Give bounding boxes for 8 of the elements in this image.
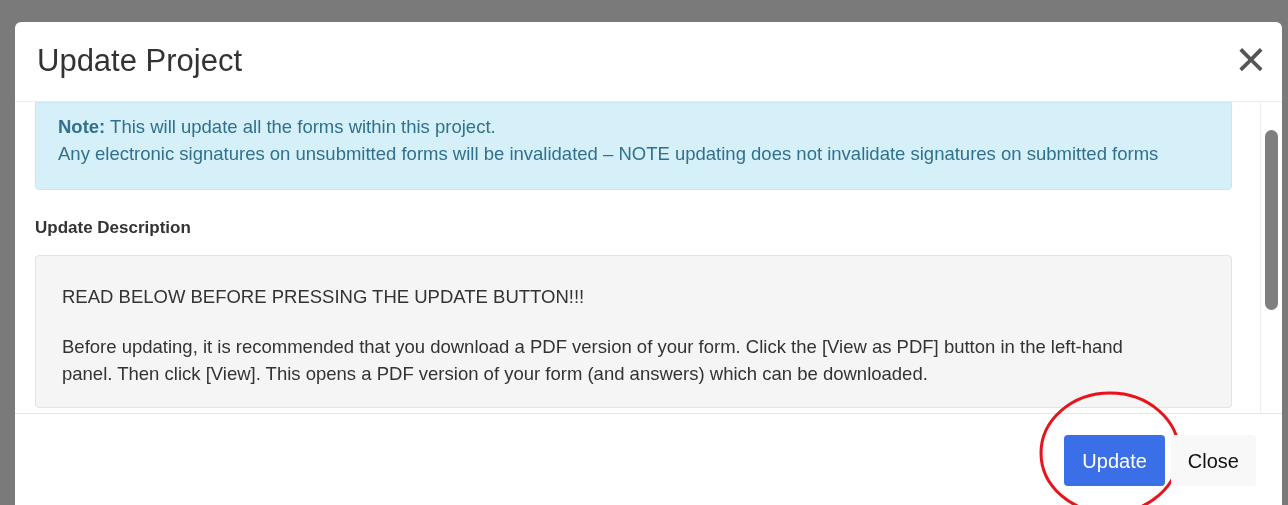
section-label: Update Description bbox=[35, 217, 192, 239]
note-text: Any electronic signatures on unsubmitted forms will be invalidated – NOTE updating does not invalidate signatures on submitted forms bbox=[58, 142, 1160, 166]
description-text: READ BELOW BEFORE PRESSING THE UPDATE BUTTON!!! bbox=[62, 284, 586, 309]
update-button[interactable]: Update bbox=[1064, 435, 1165, 486]
dialog-title: Update Project bbox=[37, 42, 243, 81]
description-text: Before updating, it is recommended that you download a PDF version of your form. Click the [View as PDF] button in the left-hand panel. Then click [View]. This opens a PDF version of your form (and answers) which can be downloaded. bbox=[62, 334, 1124, 386]
note-text: Note: This will update all the forms within this project. bbox=[58, 115, 497, 139]
close-button[interactable]: Close bbox=[1170, 435, 1256, 486]
